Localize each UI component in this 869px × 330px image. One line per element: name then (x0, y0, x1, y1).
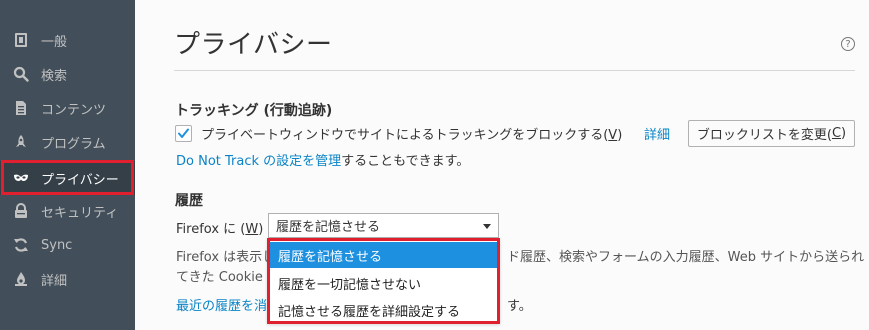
history-heading: 履歴 (175, 193, 203, 209)
sidebar-item-privacy[interactable]: プライバシー (0, 161, 135, 195)
history-prefix-label: Firefox に (W) (176, 218, 263, 237)
dropdown-option-never[interactable]: 履歴を一切記憶させない (270, 270, 497, 296)
clear-history-link[interactable]: 最近の履歴を消 (176, 299, 267, 314)
sidebar-item-label: 一般 (41, 34, 68, 50)
tracking-heading: トラッキング (行動追跡) (175, 103, 333, 119)
access-key: W (245, 222, 259, 237)
details-link[interactable]: 詳細 (644, 124, 670, 143)
general-icon (13, 32, 29, 48)
change-blocklist-button[interactable]: ブロックリストを変更(C) (688, 120, 855, 147)
dropdown-option-custom[interactable]: 記憶させる履歴を詳細設定する (270, 297, 497, 323)
label-text: プライベートウィンドウでサイトによるトラッキングをブロックする( (201, 128, 609, 143)
sidebar-item-applications[interactable]: プログラム (0, 125, 135, 159)
help-icon[interactable]: ? (841, 37, 855, 51)
sidebar-item-label: Sync (41, 237, 73, 253)
sidebar-item-security[interactable]: セキュリティ (0, 194, 135, 228)
sidebar-item-label: セキュリティ (41, 205, 119, 221)
page-title: プライバシー (174, 30, 333, 60)
history-description-start: Firefox は表示し (176, 250, 276, 265)
dropdown-option-remember[interactable]: 履歴を記憶させる (270, 242, 497, 268)
content-icon (13, 100, 29, 116)
sidebar-item-advanced[interactable]: 詳細 (0, 262, 135, 296)
dnt-line: Do Not Track の設定を管理することもできます。 (176, 150, 469, 169)
select-value: 履歴を記憶させる (276, 220, 381, 235)
search-icon (13, 66, 29, 82)
check-icon (178, 128, 189, 138)
history-description-end: ド履歴、検索やフォームの入力履歴、Web サイトから送られ (507, 250, 865, 265)
sidebar-item-search[interactable]: 検索 (0, 57, 135, 91)
divider (174, 70, 855, 71)
dnt-settings-link[interactable]: Do Not Track の設定を管理 (176, 154, 341, 169)
sidebar: 一般 検索 コンテンツ プログラム プライバシー セキュリティ Sync 詳細 (0, 0, 135, 330)
label-text: ) (617, 128, 623, 143)
history-description-line2: てきた Cookie を (176, 270, 280, 285)
advanced-icon (13, 271, 29, 287)
block-tracking-checkbox[interactable] (175, 125, 192, 142)
privacy-mask-icon (13, 170, 29, 186)
sidebar-item-general[interactable]: 一般 (0, 23, 135, 57)
chevron-down-icon (483, 224, 491, 229)
history-mode-select[interactable]: 履歴を記憶させる (268, 213, 499, 238)
applications-icon (13, 134, 29, 150)
clear-history-suffix: す。 (507, 299, 532, 314)
label-text: Firefox に ( (176, 222, 246, 237)
sidebar-item-label: コンテンツ (41, 102, 107, 118)
sync-icon (13, 237, 29, 253)
sidebar-item-content[interactable]: コンテンツ (0, 91, 135, 125)
dnt-suffix: することもできます。 (341, 154, 470, 169)
sidebar-item-label: プログラム (41, 136, 106, 152)
sidebar-item-label: 詳細 (41, 273, 68, 289)
main-content: プライバシー ? トラッキング (行動追跡) プライベートウィンドウでサイトによ… (135, 0, 869, 330)
button-text: ) (841, 126, 847, 141)
label-text: ) (258, 222, 264, 237)
sidebar-item-label: 検索 (41, 68, 68, 84)
history-mode-dropdown: 履歴を記憶させる 履歴を一切記憶させない 記憶させる履歴を詳細設定する (267, 238, 500, 324)
button-text: ブロックリストを変更( (696, 128, 832, 143)
clear-history-line: 最近の履歴を消 (176, 295, 267, 314)
sidebar-item-label: プライバシー (41, 172, 119, 188)
access-key: C (831, 126, 842, 141)
security-icon (13, 203, 29, 219)
block-tracking-label[interactable]: プライベートウィンドウでサイトによるトラッキングをブロックする(V) (201, 124, 622, 143)
access-key: V (608, 128, 618, 143)
sidebar-item-sync[interactable]: Sync (0, 228, 135, 262)
